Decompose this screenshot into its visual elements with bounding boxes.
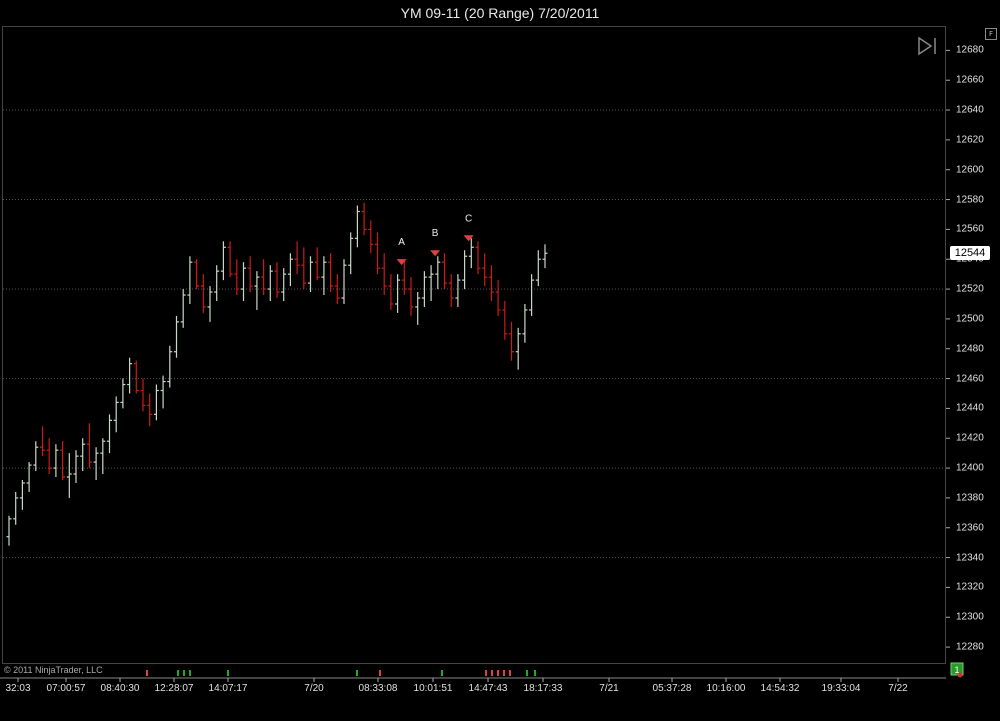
y-tick-label: 12300	[956, 611, 984, 623]
signal-marker-label: A	[398, 237, 405, 248]
y-tick-label: 12380	[956, 492, 984, 504]
x-tick-label: 10:01:51	[413, 683, 453, 694]
x-tick-label: 7/22	[888, 683, 908, 694]
x-tick-label: 07:00:57	[46, 683, 86, 694]
y-tick-label: 12440	[956, 402, 984, 414]
y-tick-label: 12320	[956, 581, 984, 593]
y-tick-label: 12640	[956, 104, 984, 116]
alert-badge-icon[interactable]: 1	[950, 662, 964, 678]
y-tick-label: 12360	[956, 522, 984, 534]
x-tick-label: 10:16:00	[706, 683, 746, 694]
y-tick-label: 12480	[956, 343, 984, 355]
x-tick-label: 14:47:43	[468, 683, 508, 694]
price-chart: A B C	[0, 49, 950, 682]
y-tick-label: 12600	[956, 164, 984, 176]
copyright-text: © 2011 NinjaTrader, LLC	[4, 665, 103, 675]
play-to-end-icon[interactable]	[917, 36, 939, 56]
y-tick-label: 12400	[956, 462, 984, 474]
signal-marker-label: C	[465, 213, 472, 224]
y-tick-label: 12280	[956, 641, 984, 653]
y-tick-label: 12660	[956, 74, 984, 86]
y-tick-label: 12420	[956, 432, 984, 444]
x-tick-label: 32:03	[5, 683, 31, 694]
x-tick-label: 7/20	[304, 683, 324, 694]
signal-marker-triangle	[396, 259, 407, 266]
x-tick-label: 19:33:04	[821, 683, 861, 694]
y-tick-label: 12680	[956, 44, 984, 56]
x-tick-label: 14:54:32	[760, 683, 800, 694]
y-tick-label: 12520	[956, 283, 984, 295]
signal-marker-label: B	[432, 228, 439, 239]
y-tick-label: 12340	[956, 552, 984, 564]
y-tick-label: 12560	[956, 223, 984, 235]
x-tick-label: 7/21	[599, 683, 619, 694]
x-tick-label: 12:28:07	[154, 683, 194, 694]
current-price-tag: 12544	[950, 246, 990, 261]
y-tick-label: 12460	[956, 373, 984, 385]
x-tick-label: 08:33:08	[358, 683, 398, 694]
x-tick-label: 14:07:17	[208, 683, 248, 694]
x-tick-label: 18:17:33	[523, 683, 563, 694]
signal-marker-triangle	[430, 250, 441, 257]
x-tick-label: 05:37:28	[652, 683, 692, 694]
y-tick-label: 12620	[956, 134, 984, 146]
y-tick-label: 12580	[956, 194, 984, 206]
x-tick-label: 08:40:30	[100, 683, 140, 694]
y-tick-label: 12500	[956, 313, 984, 325]
signal-marker-triangle	[463, 235, 474, 242]
